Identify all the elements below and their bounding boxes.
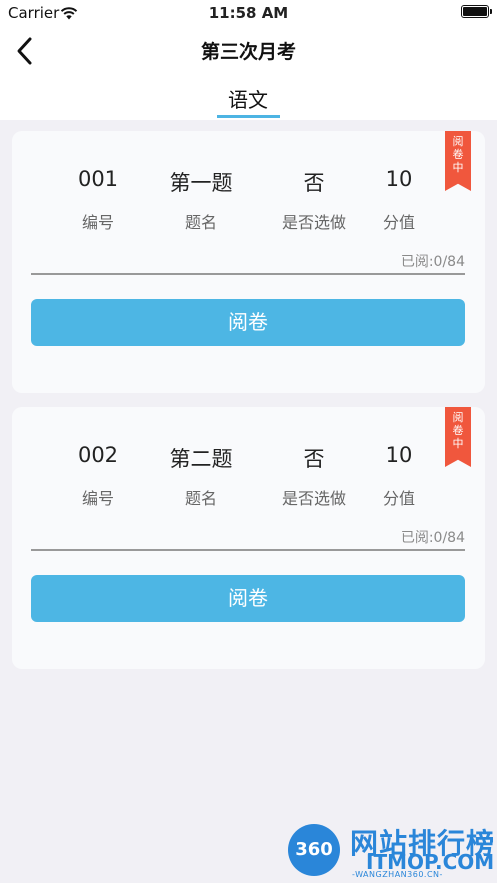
ribbon-char: 阅 <box>452 411 464 424</box>
watermark-url: -WANGZHAN360.CN- <box>352 870 443 879</box>
header: Carrier 11:58 AM 第三次月考 语文 <box>0 0 497 120</box>
review-progress: 已阅:0/84 <box>400 530 465 546</box>
watermark-logo: 360 网站排行榜 ITMOP.COM -WANGZHAN360.CN- <box>288 822 494 880</box>
ribbon-char: 阅 <box>452 135 464 148</box>
divider <box>31 273 465 275</box>
review-progress: 已阅:0/84 <box>400 254 465 270</box>
number-label: 编号 <box>81 489 114 508</box>
tab-underline <box>217 115 280 118</box>
number-label: 编号 <box>81 213 114 232</box>
question-name: 第二题 <box>169 447 233 471</box>
question-card: 阅 卷 中 001 第一题 否 10 编号 题名 是否选做 分值 已阅:0/84… <box>12 131 485 393</box>
question-number: 002 <box>77 443 119 467</box>
page-title: 第三次月考 <box>200 41 296 63</box>
status-time: 11:58 AM <box>208 4 289 22</box>
ribbon-char: 卷 <box>452 424 464 437</box>
divider <box>31 549 465 551</box>
tab-subject[interactable]: 语文 <box>216 84 280 113</box>
watermark-badge: 360 <box>288 824 340 876</box>
name-label: 题名 <box>184 213 217 232</box>
question-score: 10 <box>385 443 413 467</box>
review-button[interactable]: 阅卷 <box>31 299 465 346</box>
question-number: 001 <box>77 167 119 191</box>
score-label: 分值 <box>382 489 415 508</box>
question-name: 第一题 <box>169 171 233 195</box>
question-score: 10 <box>385 167 413 191</box>
score-label: 分值 <box>382 213 415 232</box>
ribbon-char: 卷 <box>452 148 464 161</box>
review-button[interactable]: 阅卷 <box>31 575 465 622</box>
name-label: 题名 <box>184 489 217 508</box>
question-card: 阅 卷 中 002 第二题 否 10 编号 题名 是否选做 分值 已阅:0/84… <box>12 407 485 669</box>
status-bar: Carrier 11:58 AM <box>0 0 497 26</box>
battery-icon <box>461 5 492 18</box>
